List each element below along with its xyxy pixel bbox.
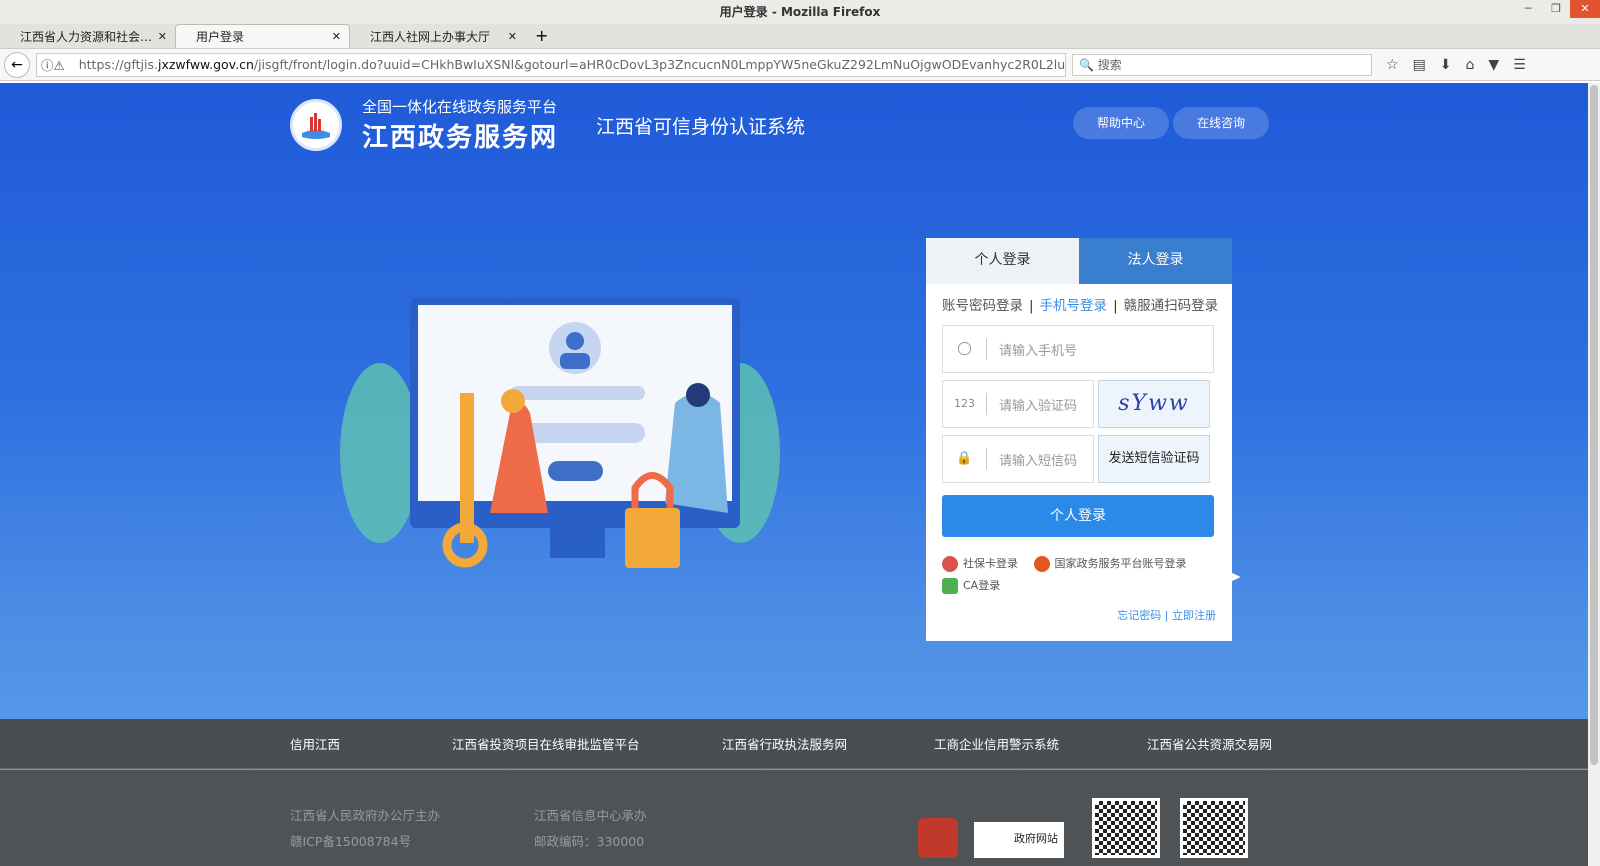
url-prefix: https://gftjis.: [78, 57, 158, 72]
mode-phone[interactable]: 手机号登录: [1040, 298, 1108, 314]
window-title: 用户登录 - Mozilla Firefox: [719, 5, 881, 19]
home-icon[interactable]: ⌂: [1466, 57, 1475, 73]
footer-org: 江西省信息中心承办: [534, 808, 647, 823]
send-sms-button[interactable]: 发送短信验证码: [1098, 435, 1210, 483]
site-logo[interactable]: [290, 99, 342, 151]
alt-label: CA登录: [963, 579, 1001, 592]
tab-personal-login[interactable]: 个人登录: [926, 238, 1079, 284]
footer-host: 江西省人民政府办公厅主办: [290, 808, 441, 823]
url-domain: jxzwfww.gov.cn: [157, 57, 254, 72]
national-emblem-icon: [1033, 556, 1050, 572]
footer-link[interactable]: 江西省行政执法服务网: [722, 734, 847, 753]
bookmark-star-icon[interactable]: ☆: [1386, 57, 1399, 73]
social-card-icon: [942, 556, 958, 572]
search-input[interactable]: 🔍 搜索: [1072, 53, 1372, 76]
alt-label: 国家政务服务平台账号登录: [1054, 557, 1187, 570]
footer-link[interactable]: 江西省投资项目在线审批监管平台: [452, 734, 640, 753]
phone-placeholder: 请输入手机号: [999, 343, 1078, 359]
url-bar[interactable]: ⓘ⚠ https://gftjis. jxzwfww.gov.cn/jisgft/f…: [36, 52, 1066, 77]
party-emblem-icon[interactable]: [918, 818, 958, 858]
footer-link[interactable]: 信用江西: [290, 734, 340, 753]
url-path: /jisgft/front/login.do?uuid=CHkhBwIuXSNl…: [253, 57, 1066, 72]
browser-tab-active[interactable]: 用户登录 ✕: [175, 24, 350, 48]
sms-code-input[interactable]: 🔒 请输入短信码: [942, 435, 1094, 483]
captcha-placeholder: 请输入验证码: [999, 398, 1078, 414]
captcha-input[interactable]: 123 请输入验证码: [942, 380, 1094, 428]
tab-label: 江西省人力资源和社会…: [20, 29, 153, 44]
number-icon: 123: [943, 393, 987, 415]
gov-site-badge[interactable]: 政府网站: [974, 822, 1064, 858]
close-tab-icon[interactable]: ✕: [508, 30, 517, 43]
system-title: 江西省可信身份认证系统: [596, 115, 806, 138]
gov-badge-label: 政府网站: [1014, 832, 1058, 845]
help-center-button[interactable]: 帮助中心: [1073, 107, 1169, 139]
footer-info: 江西省人民政府办公厅主办 赣ICP备15008784号 江西省信息中心承办 邮政…: [0, 770, 1588, 866]
search-placeholder: 搜索: [1097, 57, 1122, 72]
user-icon: ◯: [943, 338, 987, 360]
restore-button[interactable]: ❐: [1542, 0, 1570, 18]
login-panel: 个人登录 法人登录 账号密码登录 | 手机号登录 | 赣服通扫码登录 ◯ 请输入手机号 12…: [926, 238, 1232, 641]
lock-icon: 🔒: [943, 448, 987, 470]
mode-qr-scan[interactable]: 赣服通扫码登录: [1124, 298, 1219, 314]
page-content: 全国一体化在线政务服务平台江西政务服务网 江西省可信身份认证系统 帮助中心 在线咨…: [0, 83, 1588, 866]
captcha-image[interactable]: sYww: [1098, 380, 1210, 428]
national-platform-login[interactable]: 国家政务服务平台账号登录: [1033, 556, 1187, 572]
footer-icp[interactable]: 赣ICP备15008784号: [290, 831, 411, 850]
qr-code: [1180, 798, 1248, 858]
footer-link[interactable]: 工商企业信用警示系统: [934, 734, 1059, 753]
back-button[interactable]: ←: [4, 51, 30, 78]
browser-tab[interactable]: 江西人社网上办事大厅 ✕: [350, 24, 525, 48]
phone-input[interactable]: ◯ 请输入手机号: [942, 325, 1214, 373]
tab-label: 江西人社网上办事大厅: [370, 29, 491, 44]
footer-link[interactable]: 江西省公共资源交易网: [1147, 734, 1272, 753]
online-consult-button[interactable]: 在线咨询: [1173, 107, 1269, 139]
tab-corporate-login[interactable]: 法人登录: [1079, 238, 1232, 284]
pocket-icon[interactable]: ▼: [1488, 57, 1499, 73]
page-scrollbar[interactable]: [1588, 83, 1600, 866]
ca-shield-icon: [942, 578, 958, 594]
brand-title: 江西政务服务网: [362, 123, 559, 153]
platform-subtitle: 全国一体化在线政务服务平台: [362, 98, 558, 116]
minimize-button[interactable]: ─: [1514, 0, 1542, 18]
close-window-button[interactable]: ✕: [1570, 0, 1600, 18]
scrollbar-thumb[interactable]: [1590, 85, 1598, 765]
mode-account-password[interactable]: 账号密码登录: [942, 298, 1023, 314]
footer-links: 信用江西 江西省投资项目在线审批监管平台 江西省行政执法服务网 工商企业信用警示…: [0, 719, 1588, 769]
close-tab-icon[interactable]: ✕: [158, 30, 167, 43]
qr-code: [1092, 798, 1160, 858]
forgot-password-link[interactable]: 忘记密码: [1117, 609, 1161, 622]
site-info-icon[interactable]: ⓘ⚠: [41, 55, 65, 74]
alt-label: 社保卡登录: [963, 557, 1018, 570]
login-illustration: [340, 298, 780, 568]
reading-list-icon[interactable]: ▤: [1413, 57, 1426, 73]
tab-label: 用户登录: [196, 30, 245, 44]
social-card-login[interactable]: 社保卡登录: [942, 556, 1018, 572]
mouse-cursor: ➤: [1228, 567, 1242, 586]
close-tab-icon[interactable]: ✕: [332, 30, 341, 43]
tab-strip: 江西省人力资源和社会… ✕ 用户登录 ✕ 江西人社网上办事大厅 ✕ +: [0, 24, 1600, 49]
register-link[interactable]: 立即注册: [1172, 609, 1216, 622]
window-titlebar: 用户登录 - Mozilla Firefox ─ ❐ ✕: [0, 0, 1600, 24]
login-submit-button[interactable]: 个人登录: [942, 495, 1214, 537]
nav-toolbar: ← ⓘ⚠ https://gftjis. jxzwfww.gov.cn/jisgft…: [0, 49, 1600, 81]
sms-placeholder: 请输入短信码: [999, 453, 1078, 469]
new-tab-button[interactable]: +: [525, 24, 558, 48]
download-icon[interactable]: ⬇: [1440, 57, 1452, 73]
browser-tab[interactable]: 江西省人力资源和社会… ✕: [0, 24, 175, 48]
menu-icon[interactable]: ☰: [1513, 57, 1526, 73]
footer-postcode: 邮政编码：330000: [534, 834, 645, 849]
ca-login[interactable]: CA登录: [942, 578, 1001, 594]
